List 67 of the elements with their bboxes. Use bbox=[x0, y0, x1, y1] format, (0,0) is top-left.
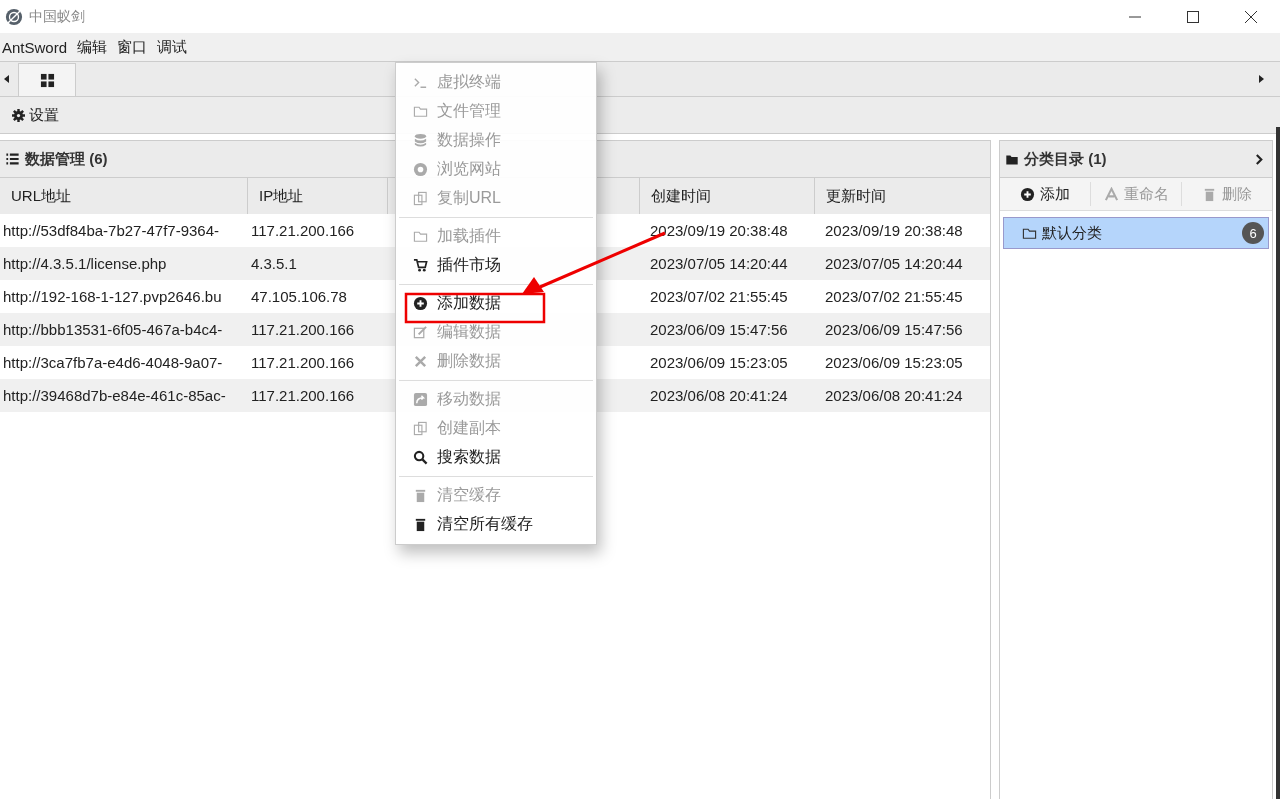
list-icon bbox=[5, 152, 20, 166]
menu-item[interactable]: 插件市场 bbox=[396, 251, 596, 280]
trash-icon bbox=[413, 488, 428, 503]
table-cell-text: 2023/09/19 20:38:48 bbox=[649, 221, 789, 241]
panel-title: 数据管理 (6) bbox=[25, 149, 108, 169]
plus-circle-icon bbox=[1020, 186, 1035, 202]
table-cell: 2023/06/09 15:47:56 bbox=[640, 313, 815, 346]
grid-icon bbox=[39, 72, 55, 88]
table-cell: 4.3.5.1 bbox=[248, 247, 388, 280]
menu-item[interactable]: 搜索数据 bbox=[396, 443, 596, 472]
table-cell: http://39468d7b-e84e-461c-85ac- bbox=[0, 379, 248, 412]
trash-icon bbox=[413, 517, 428, 532]
table-cell-text: 47.105.106.78 bbox=[250, 287, 348, 307]
search-icon bbox=[413, 450, 428, 465]
toolbar-button[interactable]: 添加 bbox=[1000, 182, 1091, 206]
table-cell-text: 2023/07/02 21:55:45 bbox=[824, 287, 964, 307]
tab[interactable] bbox=[18, 63, 76, 96]
table-cell-text: http://3ca7fb7a-e4d6-4048-9a07- bbox=[2, 353, 224, 373]
table-cell: 2023/06/08 20:41:24 bbox=[640, 379, 815, 412]
copy-icon bbox=[413, 191, 428, 206]
database-icon bbox=[413, 133, 428, 148]
window-title: 中国蚁剑 bbox=[29, 7, 85, 26]
menu-item[interactable]: AntSword bbox=[0, 38, 76, 56]
chevron-right-icon[interactable] bbox=[1255, 152, 1264, 166]
table-cell-text: 2023/06/09 15:23:05 bbox=[824, 353, 964, 373]
terminal-icon bbox=[413, 75, 428, 90]
table-cell: 2023/06/08 20:41:24 bbox=[815, 379, 990, 412]
table-cell-text: 2023/06/09 15:23:05 bbox=[649, 353, 789, 373]
folder-icon bbox=[413, 104, 428, 119]
copy-icon bbox=[413, 421, 428, 436]
table-cell-text: 2023/09/19 20:38:48 bbox=[824, 221, 964, 241]
table-cell: http://bbb13531-6f05-467a-b4c4- bbox=[0, 313, 248, 346]
menu-item[interactable]: 调试 bbox=[155, 37, 196, 57]
app-logo-icon bbox=[5, 7, 23, 26]
menu-item[interactable]: 清空所有缓存 bbox=[396, 510, 596, 539]
pencil-icon bbox=[413, 325, 428, 340]
menu-item[interactable]: 窗口 bbox=[115, 37, 156, 57]
table-cell: 117.21.200.166 bbox=[248, 379, 388, 412]
cross-icon bbox=[413, 354, 428, 369]
folder-icon bbox=[1005, 152, 1019, 166]
count-badge: 6 bbox=[1242, 222, 1264, 244]
category-label: 默认分类 bbox=[1042, 223, 1102, 243]
share-icon bbox=[413, 392, 428, 407]
table-cell: 117.21.200.166 bbox=[248, 313, 388, 346]
table-cell-text: 117.21.200.166 bbox=[250, 353, 356, 373]
column-header[interactable]: IP地址 bbox=[248, 178, 388, 214]
folder-icon bbox=[413, 229, 428, 244]
table-cell-text: http://53df84ba-7b27-47f7-9364- bbox=[2, 221, 220, 241]
table-cell: 2023/07/05 14:20:44 bbox=[815, 247, 990, 280]
gear-icon bbox=[12, 108, 25, 122]
table-cell-text: 2023/07/02 21:55:45 bbox=[649, 287, 789, 307]
cart-icon bbox=[413, 258, 428, 273]
panel-title: 分类目录 (1) bbox=[1024, 149, 1107, 169]
table-cell: 2023/06/09 15:47:56 bbox=[815, 313, 990, 346]
column-header[interactable]: 创建时间 bbox=[640, 178, 815, 214]
column-header[interactable]: 更新时间 bbox=[815, 178, 990, 214]
table-cell: 2023/07/05 14:20:44 bbox=[640, 247, 815, 280]
plus-circle-icon bbox=[413, 296, 428, 311]
table-cell: http://4.3.5.1/license.php bbox=[0, 247, 248, 280]
settings-button[interactable]: 设置 bbox=[12, 105, 59, 125]
table-cell-text: 117.21.200.166 bbox=[250, 221, 356, 241]
letter-icon bbox=[1103, 186, 1119, 202]
menu-item[interactable]: 编辑 bbox=[75, 37, 116, 57]
column-header[interactable]: URL地址 bbox=[0, 178, 248, 214]
table-cell-text: http://192-168-1-127.pvp2646.bu bbox=[2, 287, 223, 307]
trash-icon bbox=[1202, 186, 1217, 202]
category-item[interactable]: 默认分类 6 bbox=[1003, 217, 1269, 249]
